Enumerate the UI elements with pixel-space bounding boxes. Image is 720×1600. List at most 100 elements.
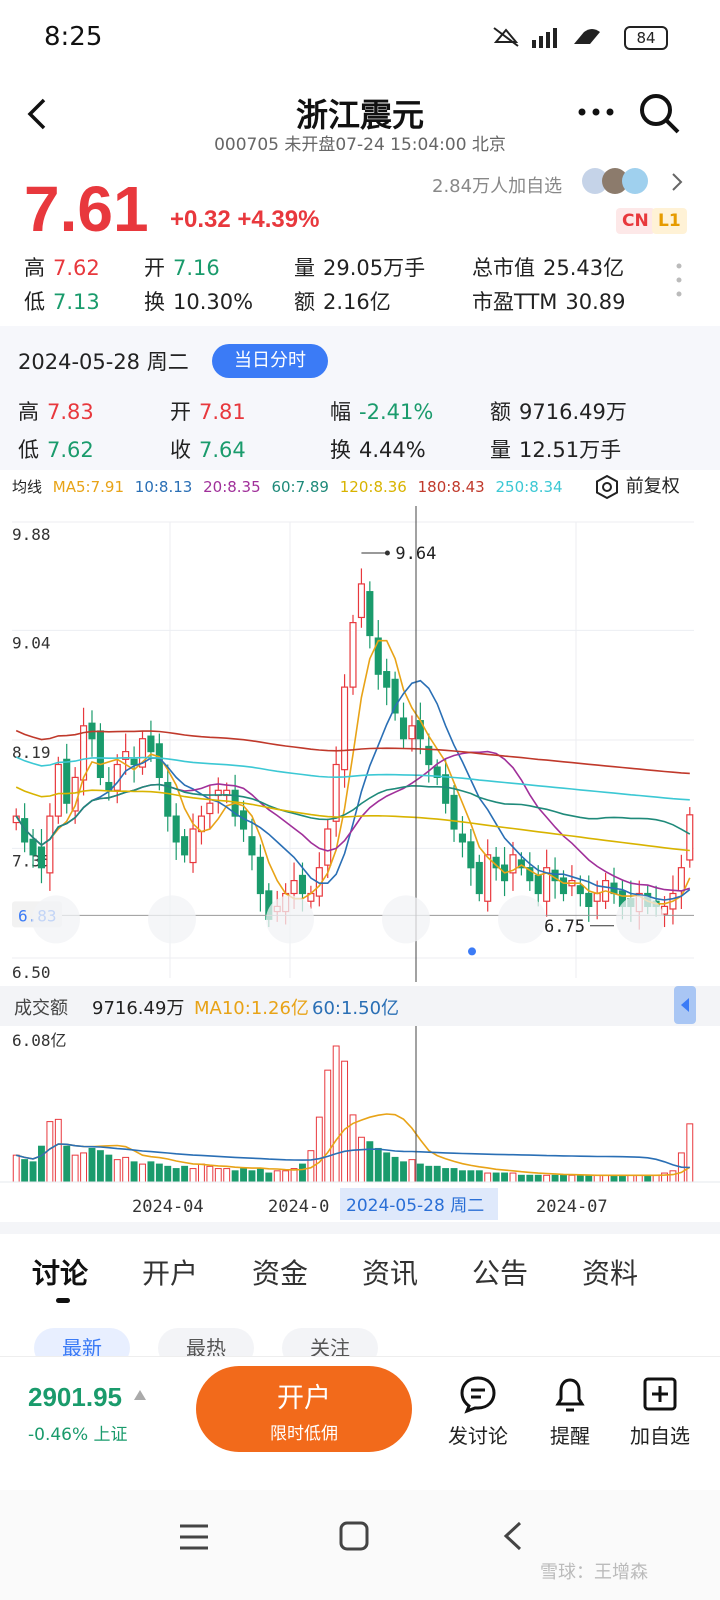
volume-bar (223, 1168, 231, 1183)
home-icon[interactable] (338, 1520, 370, 1552)
stat-open: 开 7.16 (144, 256, 220, 280)
volume-bar (526, 1174, 534, 1183)
candle (189, 828, 197, 864)
zoom-in-icon[interactable] (148, 895, 196, 944)
candle (559, 877, 568, 895)
adjust-toggle[interactable]: 前复权 (594, 472, 680, 500)
volume-bar (113, 1159, 121, 1183)
vertical-more-icon[interactable] (674, 262, 684, 298)
crosshair-date-label: 2024-05-28 周二 (346, 1196, 484, 1216)
add-watchlist-button[interactable]: 加自选 (618, 1374, 702, 1449)
tab-funds[interactable]: 资金 (252, 1252, 308, 1292)
candle (248, 836, 256, 856)
volume-axis: 6.08亿 2024-04 2024-0 2024-07 2024-05-28 周二 (0, 1026, 720, 1220)
candle (475, 861, 483, 895)
volume-bar (273, 1170, 281, 1183)
stat-amount: 额 2.16亿 (294, 290, 391, 314)
volume-bar (105, 1154, 113, 1183)
volume-bar (610, 1174, 618, 1183)
chevrons-left-icon[interactable] (32, 895, 80, 944)
candle (686, 814, 694, 861)
arrow-right-icon[interactable] (498, 895, 546, 944)
post-discussion-button[interactable]: 发讨论 (436, 1374, 520, 1449)
page-dot (468, 947, 476, 956)
follower-avatars[interactable] (582, 166, 662, 196)
candle (484, 854, 492, 902)
alert-button[interactable]: 提醒 (528, 1374, 612, 1449)
current-price: 7.61 (24, 173, 149, 245)
volume-bar (63, 1145, 71, 1183)
volume-bar (374, 1147, 382, 1183)
open-account-button[interactable]: 开户 限时低佣 (196, 1366, 412, 1452)
volume-bar (433, 1165, 441, 1183)
stock-code-status: 000705 未开盘07-24 15:04:00 北京 (214, 135, 506, 155)
candle (442, 774, 450, 804)
volume-bar (88, 1147, 96, 1183)
candle (63, 758, 71, 804)
tab-announcements[interactable]: 公告 (472, 1252, 528, 1292)
volume-bar (341, 1060, 349, 1183)
candle (256, 856, 264, 895)
search-icon[interactable] (638, 92, 682, 136)
volume-header: 成交额 9716.49万 MA10:1.26亿 60:1.50亿 (0, 986, 720, 1026)
price-tick-label: 8.19 (12, 743, 51, 762)
day-high: 高 7.83 (18, 400, 94, 424)
candle (458, 833, 467, 843)
triangle-up-icon (134, 1390, 146, 1400)
volume-bar (248, 1170, 256, 1183)
volume-chart[interactable]: 6.08亿 2024-04 2024-0 2024-07 2024-05-28 周二 (0, 1026, 720, 1222)
candle (54, 763, 62, 817)
tab-profile[interactable]: 资料 (582, 1252, 638, 1292)
volume-bar (96, 1150, 104, 1183)
candle (130, 758, 138, 766)
volume-bar (484, 1172, 492, 1183)
stat-pe-ttm: 市盈TTM 30.89 (472, 290, 626, 314)
adjust-icon (596, 474, 618, 500)
chevron-right-icon[interactable] (670, 172, 684, 192)
status-icons (493, 27, 600, 48)
badge-l1: L1 (652, 208, 687, 234)
menu-icon[interactable] (178, 1522, 210, 1552)
tab-indicator (56, 1298, 70, 1303)
tab-open-account[interactable]: 开户 (142, 1252, 198, 1292)
volume-bar (366, 1141, 374, 1183)
bell-icon (555, 1378, 585, 1412)
candle (399, 717, 408, 740)
ma-item: 250:8.34 (495, 478, 563, 496)
badge-cn: CN (616, 208, 655, 234)
candle (332, 763, 340, 822)
intraday-button[interactable]: 当日分时 (212, 344, 328, 378)
volume-bar (400, 1161, 407, 1183)
volume-bar (459, 1170, 466, 1183)
arrow-left-icon[interactable] (382, 895, 430, 944)
stat-turnover: 换 10.30% (144, 290, 254, 314)
ma-legend: 均线 MA5:7.91 10:8.13 20:8.35 60:7.89 120:… (12, 476, 569, 497)
open-account-sub: 限时低佣 (270, 1424, 338, 1444)
system-nav-bar: 雪球：王增森 (0, 1490, 720, 1600)
candle (467, 841, 475, 869)
collapse-tab[interactable] (674, 986, 696, 1024)
status-bar: 8:25 84 (0, 0, 720, 78)
volume-ma60: 60:1.50亿 (312, 998, 400, 1019)
candle (576, 885, 584, 895)
nav-back-icon[interactable] (500, 1520, 524, 1552)
followers-count[interactable]: 2.84万人加自选 (432, 172, 562, 198)
more-icon[interactable] (576, 104, 616, 120)
candle (206, 802, 214, 815)
expand-icon[interactable] (616, 895, 664, 944)
low-annotation: 6.75 (544, 917, 585, 937)
tab-discussion[interactable]: 讨论 (32, 1252, 88, 1292)
divider (0, 1222, 720, 1234)
zoom-out-icon[interactable] (266, 895, 314, 944)
selected-date: 2024-05-28 周二 (18, 350, 189, 374)
index-value[interactable]: 2901.95 (28, 1382, 122, 1413)
volume-bar (265, 1172, 273, 1183)
volume-value: 9716.49万 (92, 998, 185, 1019)
volume-bar (568, 1174, 576, 1183)
candlestick-chart[interactable]: 9.889.048.197.356.50 9.646.756.83 (0, 506, 720, 986)
volume-bar (54, 1118, 62, 1183)
price-tick-label: 9.88 (12, 525, 51, 544)
tab-news[interactable]: 资讯 (362, 1252, 418, 1292)
volume-label: 成交额 (14, 998, 68, 1019)
candle (113, 763, 121, 791)
